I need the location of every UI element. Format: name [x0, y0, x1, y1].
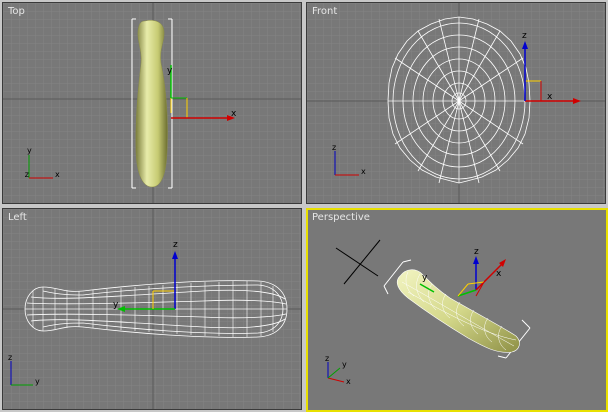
top-gizmo-x-label: x: [231, 109, 237, 119]
viewport-label-left[interactable]: Left: [8, 212, 27, 223]
viewport-front[interactable]: z x z x Front: [306, 2, 606, 204]
viewport-label-top[interactable]: Top: [8, 6, 25, 17]
front-viewport-canvas[interactable]: z x z x: [307, 3, 606, 204]
left-triad-z-label: z: [8, 353, 12, 362]
viewport-label-front[interactable]: Front: [312, 6, 337, 17]
persp-triad-z-label: z: [325, 354, 329, 363]
left-gizmo-y-label: y: [113, 300, 119, 310]
left-gizmo-z-label: z: [173, 240, 178, 250]
front-triad-x-label: x: [361, 167, 366, 176]
top-triad-y-label: y: [27, 146, 32, 155]
persp-gizmo-z-label: z: [474, 247, 479, 257]
front-triad-z-label: z: [332, 143, 336, 152]
top-triad-z-label: z: [25, 170, 29, 179]
top-gizmo-y-label: y: [167, 66, 173, 76]
viewport-left[interactable]: z y z y Left: [2, 208, 302, 410]
left-viewport-canvas[interactable]: z y z y: [3, 209, 302, 410]
persp-gizmo-y-label: y: [422, 273, 428, 283]
top-triad-x-label: x: [55, 170, 60, 179]
left-triad-y-label: y: [35, 377, 40, 386]
top-viewport-canvas[interactable]: x y y z x: [3, 3, 302, 204]
persp-triad-x-label: x: [346, 377, 351, 386]
viewport-label-perspective[interactable]: Perspective: [312, 212, 370, 223]
persp-gizmo-x-label: x: [496, 269, 502, 279]
front-gizmo-z-label: z: [522, 31, 527, 41]
front-gizmo-x-label: x: [547, 92, 553, 102]
persp-triad-y-label: y: [342, 360, 347, 369]
perspective-viewport-canvas[interactable]: z x y z x y: [308, 210, 606, 410]
viewport-top[interactable]: x y y z x Top: [2, 2, 302, 204]
viewport-perspective[interactable]: z x y z x y Perspective: [306, 208, 608, 412]
